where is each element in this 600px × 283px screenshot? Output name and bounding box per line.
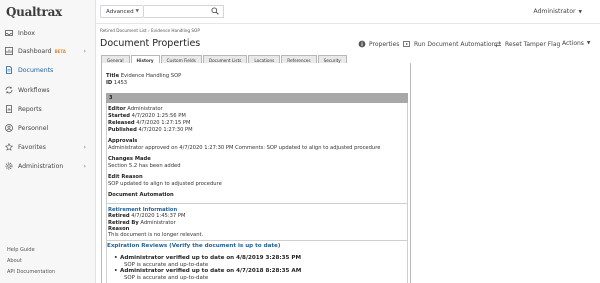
expiration-review-item: Administrator verified up to date on 4/7… [114, 268, 301, 274]
published-row: Published 4/7/2020 1:27:30 PM [108, 127, 193, 133]
chevron-right-icon: › [83, 47, 86, 55]
edit-reason-heading: Edit Reason [108, 174, 143, 180]
gear-icon [4, 162, 13, 171]
sidebar-item-personnel[interactable]: Personnel [0, 121, 96, 135]
sidebar-item-reports[interactable]: Reports [0, 102, 96, 116]
edit-reason-text: SOP updated to align to adjusted procedu… [108, 181, 222, 187]
sidebar-item-dashboard[interactable]: Dashboard BETA › [0, 44, 96, 58]
sidebar-item-administration[interactable]: Administration › [0, 159, 96, 173]
workflow-icon [4, 86, 13, 95]
breadcrumb-current: Evidence Handling SOP [151, 28, 200, 33]
personnel-icon [4, 124, 13, 133]
expiration-review-note: SOP is accurate and up-to-date [124, 275, 209, 281]
run-document-automation-button[interactable]: Run Document Automation [403, 40, 495, 48]
sidebar-item-label: Documents [18, 66, 54, 74]
search-scope-select[interactable]: Advanced ▼ [100, 5, 144, 18]
search-icon [211, 6, 219, 17]
tab-references[interactable]: References [281, 55, 317, 63]
version-header: 3 [106, 93, 408, 103]
divider [106, 240, 408, 241]
app-logo[interactable]: Qualtrax [6, 5, 62, 19]
started-row: Started 4/7/2020 1:25:56 PM [108, 113, 186, 119]
expiration-reviews-heading: Expiration Reviews (Verify the document … [107, 243, 281, 249]
top-bar: Advanced ▼ Administrator ▼ [96, 0, 600, 24]
sidebar-item-label: Favorites [18, 143, 46, 151]
changes-heading: Changes Made [108, 156, 151, 162]
expiration-review-item: Administrator verified up to date on 4/8… [114, 255, 301, 261]
tab-security[interactable]: Security [317, 55, 347, 63]
sidebar-item-inbox[interactable]: Inbox [0, 26, 96, 40]
sidebar-item-label: Personnel [18, 124, 49, 132]
sidebar-item-label: Reports [18, 105, 42, 113]
breadcrumb-parent[interactable]: Retired Document List [100, 28, 147, 33]
api-documentation-link[interactable]: API Documentation [7, 269, 55, 275]
sidebar-item-favorites[interactable]: Favorites › [0, 140, 96, 154]
chevron-right-icon: › [83, 162, 86, 170]
approvals-text: Administrator approved on 4/7/2020 1:27:… [108, 145, 381, 151]
reset-tamper-flag-button[interactable]: Reset Tamper Flag [494, 40, 560, 48]
retired-row: Retired 4/7/2020 1:45:37 PM [108, 213, 186, 219]
help-guide-link[interactable]: Help Guide [7, 247, 35, 253]
document-title: Title Evidence Handling SOP [106, 73, 182, 79]
divider [106, 203, 408, 204]
properties-button[interactable]: Properties [358, 40, 399, 48]
reports-icon [4, 105, 13, 114]
sidebar-item-workflows[interactable]: Workflows [0, 83, 96, 97]
inbox-icon [4, 29, 13, 38]
document-automation-heading: Document Automation [108, 192, 174, 198]
tab-document-lists[interactable]: Document Lists [202, 55, 248, 63]
about-link[interactable]: About [7, 258, 22, 264]
retired-by-row: Retired By Administrator [108, 219, 176, 226]
changes-text: Section 5.2 has been added [108, 163, 181, 169]
sidebar-item-label: Administration [18, 162, 64, 170]
sidebar: Qualtrax Inbox Dashboard BETA › Document… [0, 0, 96, 283]
chevron-down-icon: ▼ [586, 41, 591, 46]
document-icon [4, 66, 13, 75]
sidebar-item-label: Inbox [18, 29, 35, 37]
released-row: Released 4/7/2020 1:27:15 PM [108, 120, 191, 126]
reset-icon [494, 40, 502, 48]
reason-text: This document is no longer relevant. [108, 232, 204, 238]
tab-custom-fields[interactable]: Custom Fields [160, 55, 202, 63]
info-icon [358, 40, 366, 48]
tab-bar: General History Custom Fields Document L… [101, 55, 348, 63]
page-title: Document Properties [100, 38, 201, 49]
tab-general[interactable]: General [101, 55, 130, 63]
chevron-down-icon: ▼ [135, 9, 139, 14]
dashboard-icon [4, 47, 13, 56]
sidebar-item-label: Workflows [18, 86, 50, 94]
search-button[interactable] [206, 5, 224, 18]
tab-locations[interactable]: Locations [248, 55, 281, 63]
beta-badge: BETA [54, 48, 66, 54]
user-menu[interactable]: Administrator ▼ [533, 8, 582, 15]
chevron-down-icon: ▼ [578, 10, 582, 15]
sidebar-item-label: Dashboard [18, 47, 52, 55]
approvals-heading: Approvals [108, 138, 138, 144]
sidebar-item-documents[interactable]: Documents [0, 63, 96, 77]
editor-row: Editor Administrator [108, 106, 163, 112]
chevron-right-icon: › [83, 143, 86, 151]
breadcrumb: Retired Document List › Evidence Handlin… [100, 28, 200, 33]
actions-menu-button[interactable]: Actions ▼ [562, 40, 590, 47]
tab-history[interactable]: History [130, 55, 160, 63]
star-icon [4, 143, 13, 152]
automation-icon [403, 40, 411, 48]
document-id: ID 1453 [106, 80, 128, 86]
